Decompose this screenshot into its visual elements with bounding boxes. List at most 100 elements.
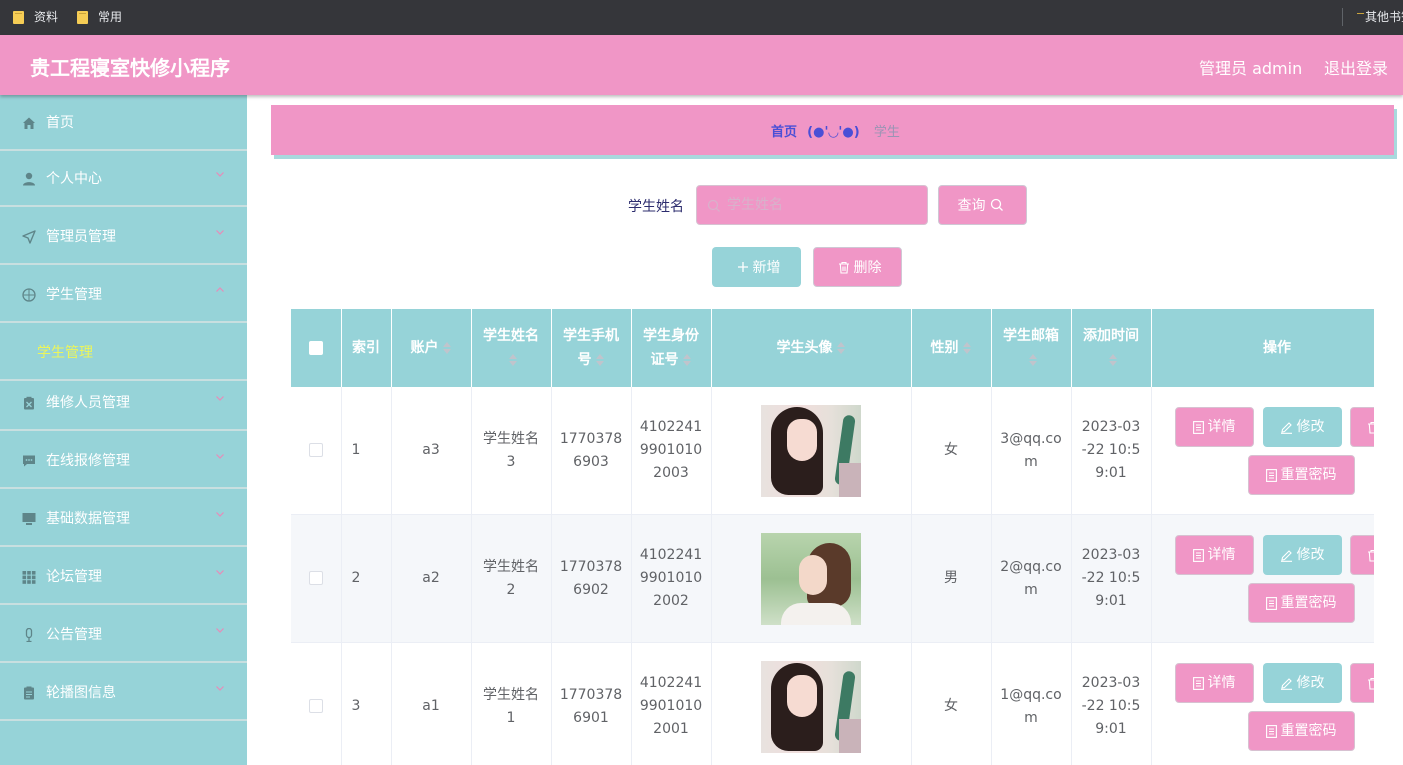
header-name[interactable]: 学生姓名 — [471, 309, 552, 387]
header-index-label: 索引 — [352, 340, 380, 356]
table-row[interactable]: 2 a2 学生姓名2 17703786902 41022419901010200… — [291, 514, 1374, 643]
bookmarks-bar: 资料 常用 其他书签 — [0, 0, 1403, 35]
detail-button-label: 详情 — [1207, 418, 1236, 435]
plus-icon — [737, 262, 748, 272]
sidebar-item-announcement[interactable]: 公告管理 — [0, 607, 247, 663]
row-checkbox[interactable] — [308, 571, 323, 585]
globe-icon — [21, 287, 36, 302]
cell-ops: 详情 修改 删除 重置密码 — [1151, 642, 1374, 765]
row-checkbox[interactable] — [308, 699, 323, 713]
cell-added-time: 2023-03-22 10:59:01 — [1071, 514, 1152, 643]
cell-idcard: 410224199010102001 — [631, 642, 712, 765]
cell-account: a1 — [391, 642, 472, 765]
header-email[interactable]: 学生邮箱 — [991, 309, 1072, 387]
edit-button[interactable]: 修改 — [1262, 535, 1342, 575]
row-delete-button[interactable]: 删除 — [1349, 663, 1374, 703]
sidebar-subitem-student-management[interactable]: 学生管理 — [0, 325, 247, 381]
bookmark-label: 资料 — [34, 10, 59, 24]
folder-icon — [77, 10, 88, 24]
header-phone[interactable]: 学生手机号 — [551, 309, 632, 387]
sort-icon[interactable] — [962, 341, 972, 355]
header-added-time[interactable]: 添加时间 — [1071, 309, 1152, 387]
breadcrumb-home[interactable]: 首页 — [771, 125, 797, 140]
search-icon — [707, 199, 720, 212]
sidebar-item-online-repair[interactable]: 在线报修管理 — [0, 433, 247, 489]
sidebar-item-admin-management[interactable]: 管理员管理 — [0, 209, 247, 265]
header-index: 索引 — [341, 309, 392, 387]
cell-name: 学生姓名3 — [471, 387, 552, 515]
bookmark-item[interactable]: 常用 — [77, 9, 122, 25]
row-delete-button[interactable]: 删除 — [1349, 407, 1374, 447]
cell-idcard: 410224199010102003 — [631, 387, 712, 515]
delete-button[interactable]: 删除 — [813, 247, 902, 287]
document-icon — [1192, 676, 1204, 690]
detail-button[interactable]: 详情 — [1174, 535, 1254, 575]
avatar — [761, 404, 861, 497]
edit-button[interactable]: 修改 — [1262, 407, 1342, 447]
sidebar-item-basic-data[interactable]: 基础数据管理 — [0, 491, 247, 547]
pencil-icon — [1280, 421, 1292, 434]
sidebar-item-personal-center[interactable]: 个人中心 — [0, 151, 247, 207]
detail-button[interactable]: 详情 — [1174, 663, 1254, 703]
list-icon — [21, 685, 36, 700]
breadcrumb: 首页 (●'◡'●) 学生 — [271, 105, 1394, 155]
sidebar: 首页 个人中心 管理员管理 学生管理 学生管理 维修人员管理 在线报修管理 基础… — [0, 95, 247, 765]
sort-icon[interactable] — [442, 341, 452, 355]
chevron-down-icon — [216, 686, 224, 691]
row-checkbox[interactable] — [308, 443, 323, 457]
other-bookmarks[interactable]: 其他书签 — [1355, 9, 1403, 25]
reset-password-button[interactable]: 重置密码 — [1247, 711, 1355, 751]
header-ops: 操作 — [1151, 309, 1374, 387]
document-icon — [1192, 420, 1204, 434]
avatar — [761, 532, 861, 625]
select-all-cell — [291, 309, 342, 387]
chevron-down-icon — [216, 454, 224, 459]
app-header: 贵工程寝室快修小程序 管理员 admin 退出登录 — [0, 35, 1403, 95]
sidebar-item-student-management[interactable]: 学生管理 — [0, 267, 247, 323]
edit-button[interactable]: 修改 — [1262, 663, 1342, 703]
query-button[interactable]: 查询 — [938, 185, 1027, 225]
search-label: 学生姓名 — [628, 199, 684, 215]
header-avatar[interactable]: 学生头像 — [711, 309, 912, 387]
chevron-down-icon — [216, 396, 224, 401]
document-icon — [1192, 548, 1204, 562]
table-row[interactable]: 1 a3 学生姓名3 17703786903 41022419901010200… — [291, 387, 1374, 515]
sidebar-item-repair-staff[interactable]: 维修人员管理 — [0, 375, 247, 431]
header-account[interactable]: 账户 — [391, 309, 472, 387]
cell-phone: 17703786901 — [551, 642, 632, 765]
add-button[interactable]: 新增 — [712, 247, 801, 287]
sort-icon[interactable] — [1108, 353, 1118, 367]
header-gender[interactable]: 性别 — [911, 309, 992, 387]
bookmark-item[interactable]: 资料 — [13, 9, 58, 25]
header-idcard[interactable]: 学生身份证号 — [631, 309, 712, 387]
student-name-search-input[interactable] — [727, 195, 917, 215]
user-icon — [21, 171, 36, 186]
sidebar-item-carousel[interactable]: 轮播图信息 — [0, 665, 247, 721]
send-icon — [21, 229, 36, 244]
chevron-down-icon — [216, 172, 224, 177]
sort-icon[interactable] — [1028, 353, 1038, 367]
cell-index: 2 — [341, 514, 392, 643]
sort-icon[interactable] — [836, 341, 846, 355]
delete-button-label: 删除 — [853, 260, 882, 276]
select-all-checkbox[interactable] — [308, 341, 323, 355]
logout-link[interactable]: 退出登录 — [1324, 55, 1388, 79]
sidebar-item-label: 公告管理 — [46, 627, 102, 643]
cell-email: 1@qq.com — [991, 642, 1072, 765]
detail-button[interactable]: 详情 — [1174, 407, 1254, 447]
sidebar-item-forum[interactable]: 论坛管理 — [0, 549, 247, 605]
reset-password-button[interactable]: 重置密码 — [1247, 455, 1355, 495]
edit-button-label: 修改 — [1296, 418, 1325, 435]
reset-password-button[interactable]: 重置密码 — [1247, 583, 1355, 623]
sort-icon[interactable] — [595, 353, 605, 367]
table-row[interactable]: 3 a1 学生姓名1 17703786901 41022419901010200… — [291, 642, 1374, 765]
student-table: 索引 账户 学生姓名 学生手机号 学生身份证号 学生头像 性别 学生邮箱 添加时… — [291, 309, 1374, 765]
reset-password-label: 重置密码 — [1280, 722, 1337, 739]
sidebar-item-label: 维修人员管理 — [46, 395, 130, 411]
row-delete-button[interactable]: 删除 — [1349, 535, 1374, 575]
sidebar-item-home[interactable]: 首页 — [0, 95, 247, 151]
sort-icon[interactable] — [508, 353, 518, 367]
clipboard-icon — [21, 395, 36, 410]
sort-icon[interactable] — [682, 353, 692, 367]
app-title: 贵工程寝室快修小程序 — [30, 56, 230, 80]
